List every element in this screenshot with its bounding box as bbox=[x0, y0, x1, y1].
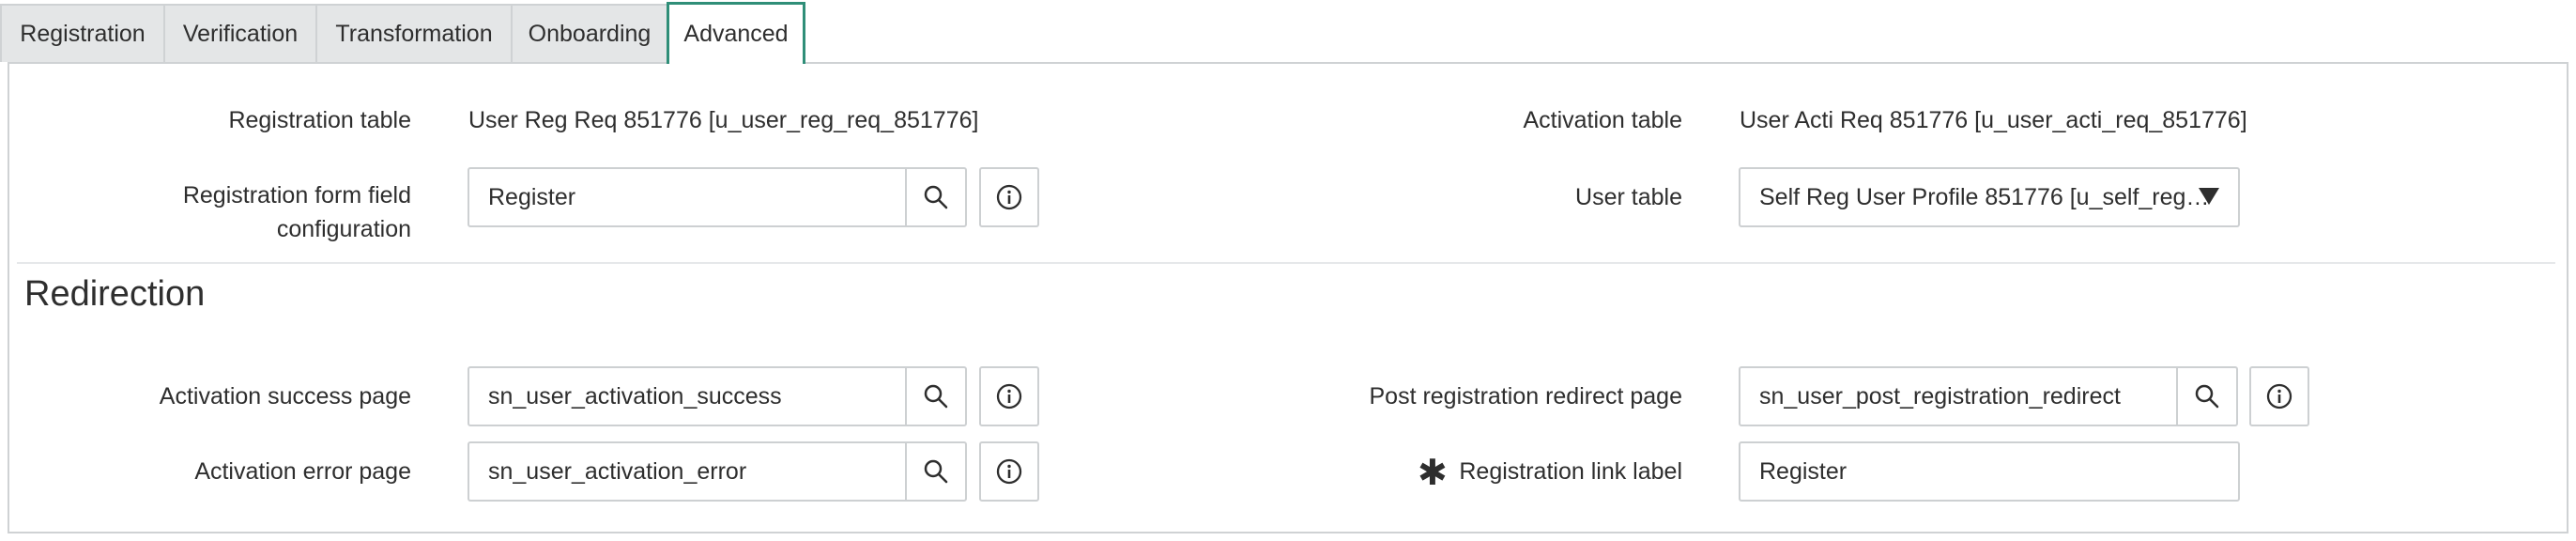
user-table-label: User table bbox=[1575, 184, 1682, 210]
search-icon bbox=[924, 384, 948, 409]
section-divider bbox=[17, 262, 2555, 264]
post-registration-input[interactable]: sn_user_post_registration_redirect bbox=[1739, 366, 2178, 426]
info-icon bbox=[996, 383, 1022, 410]
activation-success-input[interactable]: sn_user_activation_success bbox=[468, 366, 907, 426]
activation-error-info-button[interactable] bbox=[979, 441, 1039, 502]
reg-form-config-info-button[interactable] bbox=[979, 167, 1039, 227]
search-icon bbox=[2195, 384, 2219, 409]
info-icon bbox=[996, 184, 1022, 210]
tab-bar: Registration Verification Transformation… bbox=[0, 0, 805, 64]
activation-table-value: User Acti Req 851776 [u_user_acti_req_85… bbox=[1740, 107, 2247, 133]
reg-form-config-label: Registration form field configuration bbox=[0, 178, 411, 246]
tab-verification[interactable]: Verification bbox=[163, 4, 317, 62]
registration-link-input[interactable]: Register bbox=[1739, 441, 2240, 502]
activation-success-info-button[interactable] bbox=[979, 366, 1039, 426]
post-registration-search-button[interactable] bbox=[2176, 366, 2238, 426]
reg-form-config-label-line2: configuration bbox=[276, 216, 411, 242]
user-table-selected-value: Self Reg User Profile 851776 [u_self_reg… bbox=[1759, 183, 2210, 210]
user-table-select[interactable]: Self Reg User Profile 851776 [u_self_reg… bbox=[1739, 167, 2240, 227]
redirection-section-title: Redirection bbox=[24, 274, 206, 314]
activation-success-search-button[interactable] bbox=[905, 366, 967, 426]
activation-error-input[interactable]: sn_user_activation_error bbox=[468, 441, 907, 502]
activation-table-label: Activation table bbox=[1523, 107, 1682, 133]
registration-link-label: Registration link label bbox=[1459, 458, 1682, 485]
reg-form-config-search-button[interactable] bbox=[905, 167, 967, 227]
tab-registration[interactable]: Registration bbox=[0, 4, 165, 62]
caret-down-icon bbox=[2199, 188, 2219, 205]
reg-form-config-input[interactable]: Register bbox=[468, 167, 907, 227]
registration-table-value: User Reg Req 851776 [u_user_reg_req_8517… bbox=[468, 107, 979, 133]
search-icon bbox=[924, 185, 948, 209]
post-registration-label: Post registration redirect page bbox=[1369, 383, 1682, 410]
activation-error-search-button[interactable] bbox=[905, 441, 967, 502]
activation-error-label: Activation error page bbox=[194, 458, 411, 485]
tab-advanced[interactable]: Advanced bbox=[667, 2, 805, 64]
tab-onboarding[interactable]: Onboarding bbox=[511, 4, 668, 62]
activation-success-label: Activation success page bbox=[159, 383, 411, 410]
info-icon bbox=[2266, 383, 2292, 410]
search-icon bbox=[924, 459, 948, 484]
info-icon bbox=[996, 458, 1022, 485]
registration-table-label: Registration table bbox=[228, 107, 411, 133]
reg-form-config-label-line1: Registration form field bbox=[182, 182, 411, 209]
tab-transformation[interactable]: Transformation bbox=[315, 4, 513, 62]
post-registration-info-button[interactable] bbox=[2249, 366, 2309, 426]
